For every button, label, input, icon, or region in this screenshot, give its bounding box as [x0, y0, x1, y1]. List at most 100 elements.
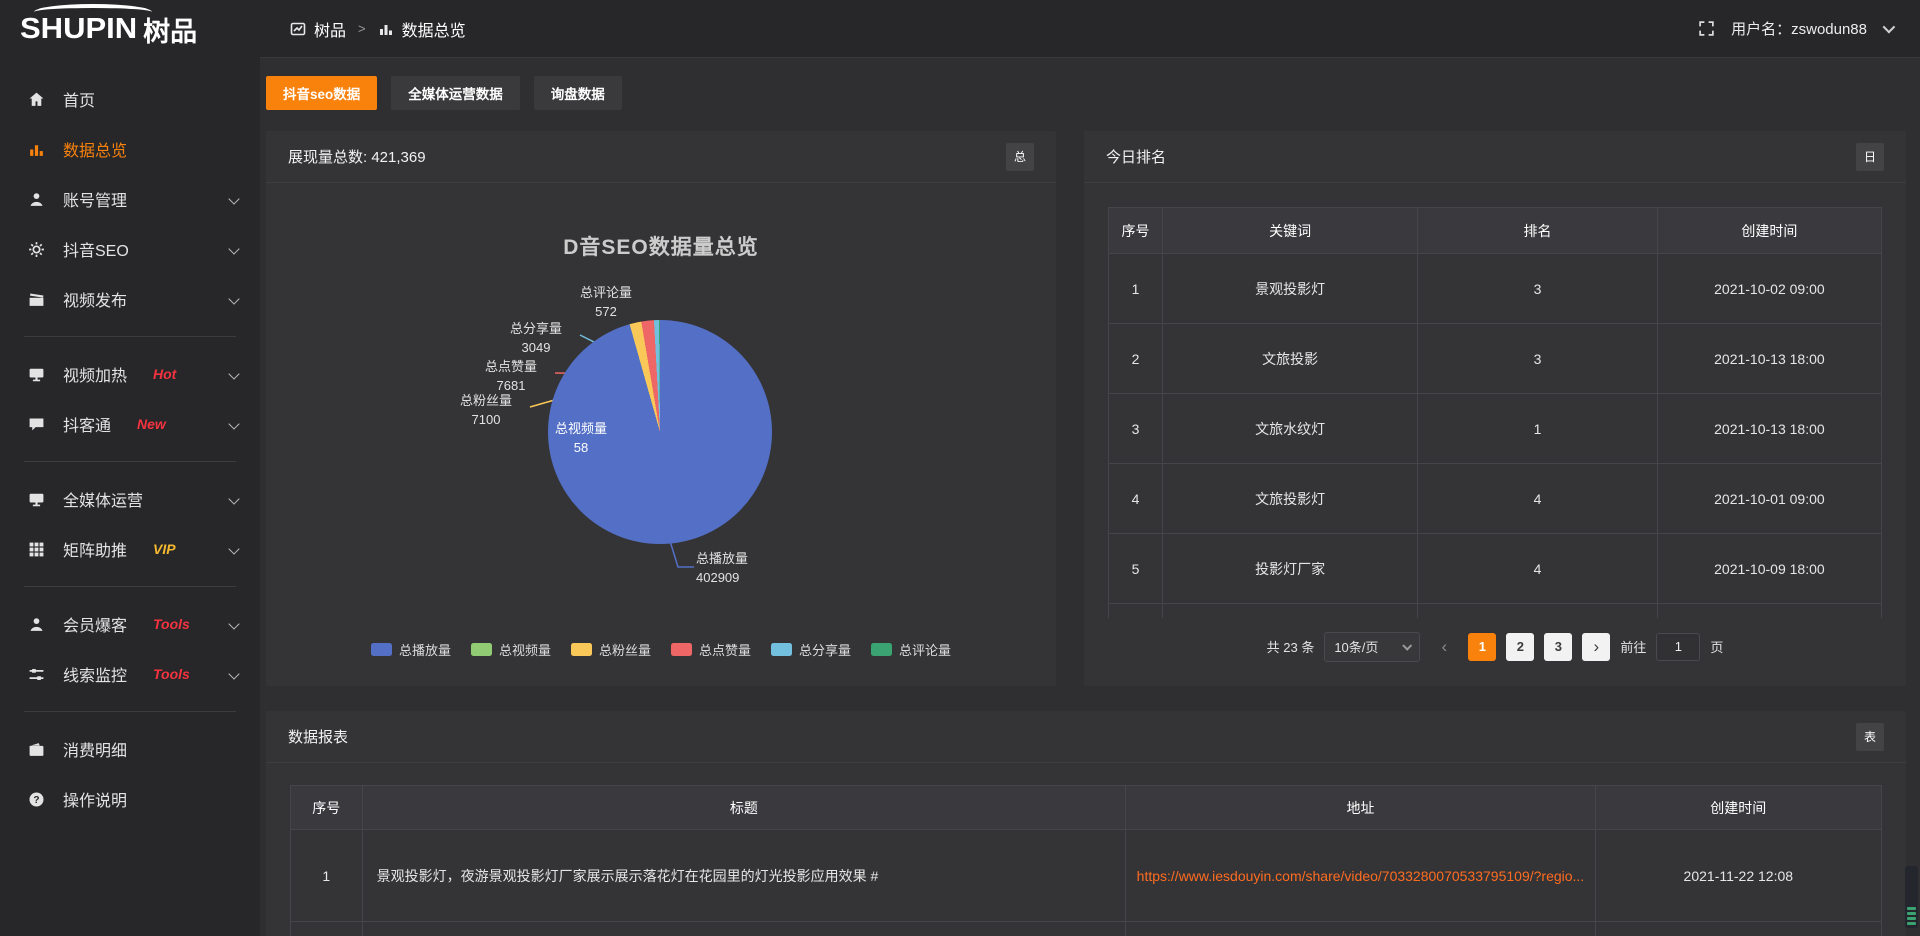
tab-2[interactable]: 询盘数据 — [534, 76, 622, 110]
sidebar: SHUPIN 树品 首页数据总览账号管理抖音SEO 视频发布视频加热Hot抖客通N… — [0, 0, 260, 936]
column-header: 排名 — [1418, 208, 1658, 254]
chevron-down-icon — [228, 493, 239, 504]
table-toggle-button[interactable]: 表 — [1856, 723, 1884, 751]
total-toggle-button[interactable]: 总 — [1006, 143, 1034, 171]
sidebar-item-label: 抖客通 — [63, 412, 111, 436]
sidebar-divider — [24, 461, 236, 462]
column-header: 创建时间 — [1595, 786, 1881, 830]
sidebar-badge: Tools — [153, 616, 190, 632]
column-header: 地址 — [1126, 786, 1595, 830]
breadcrumb: 树品 > 数据总览 — [290, 17, 466, 41]
sidebar-item-9[interactable]: 会员爆客Tools — [0, 599, 260, 649]
pie-chart: D音SEO数据量总览 总评论量572 总分享量3049 — [266, 183, 1056, 685]
next-page-button[interactable]: › — [1582, 633, 1610, 661]
home-icon — [28, 91, 45, 108]
legend-item[interactable]: 总点赞量 — [671, 640, 751, 659]
sidebar-item-7[interactable]: 全媒体运营 — [0, 474, 260, 524]
column-header: 创建时间 — [1657, 208, 1881, 254]
sidebar-item-label: 矩阵助推 — [63, 537, 127, 561]
tab-1[interactable]: 全媒体运营数据 — [391, 76, 520, 110]
page-button-1[interactable]: 1 — [1468, 633, 1496, 661]
report-panel-header: 数据报表 表 — [266, 711, 1906, 763]
table-row: 1景观投影灯32021-10-02 09:00 — [1109, 254, 1882, 324]
bar-chart-icon — [378, 21, 394, 37]
table-cell: 文旅水纹灯 — [1163, 394, 1418, 464]
logo-text-en: SHUPIN — [20, 12, 137, 45]
logo-text-cn: 树品 — [143, 10, 197, 49]
page-size-select[interactable]: 10条/页 — [1324, 632, 1420, 662]
goto-page-input[interactable]: 1 — [1656, 633, 1700, 661]
video-link[interactable]: https://www.iesdouyin.com/share/video/70… — [1137, 868, 1585, 884]
table-cell: 2021-10-13 18:00 — [1657, 394, 1881, 464]
scroll-widget[interactable] — [1905, 866, 1918, 928]
legend-swatch — [671, 643, 692, 656]
goto-label: 前往 — [1620, 637, 1646, 656]
page-button-3[interactable]: 3 — [1544, 633, 1572, 661]
sidebar-item-3[interactable]: 抖音SEO — [0, 224, 260, 274]
chevron-down-icon — [228, 418, 239, 429]
sidebar-item-8[interactable]: 矩阵助推VIP — [0, 524, 260, 574]
breadcrumb-current: 数据总览 — [402, 17, 466, 41]
overview-panel-header: 展现量总数: 421,369 总 — [266, 131, 1056, 183]
logo[interactable]: SHUPIN 树品 — [0, 0, 260, 58]
sidebar-item-11[interactable]: 消费明细 — [0, 724, 260, 774]
chevron-down-icon — [1883, 21, 1896, 34]
table-cell: 2021-10-02 09:00 — [1657, 254, 1881, 324]
topbar: 树品 > 数据总览 用户名：zswodun88 — [260, 0, 1920, 58]
legend-item[interactable]: 总评论量 — [871, 640, 951, 659]
legend-item[interactable]: 总粉丝量 — [571, 640, 651, 659]
fullscreen-icon[interactable] — [1698, 20, 1715, 37]
pie-label-likes: 总点赞量7681 — [469, 357, 553, 395]
sidebar-item-10[interactable]: 线索监控Tools — [0, 649, 260, 699]
sidebar-item-1[interactable]: 数据总览 — [0, 124, 260, 174]
sidebar-item-label: 账号管理 — [63, 187, 127, 211]
table-cell: 2021-11-22 12:08 — [1595, 830, 1881, 922]
ranking-table: 序号关键词排名创建时间 1景观投影灯32021-10-02 09:002文旅投影… — [1108, 207, 1882, 618]
legend-swatch — [871, 643, 892, 656]
chevron-down-icon — [228, 193, 239, 204]
prev-page-button[interactable]: ‹ — [1430, 633, 1458, 661]
sidebar-item-label: 全媒体运营 — [63, 487, 143, 511]
table-cell: 2 — [1109, 324, 1163, 394]
partial-row — [291, 922, 1882, 936]
sidebar-badge: Hot — [153, 366, 176, 382]
sidebar-item-label: 数据总览 — [63, 137, 127, 161]
table-row: 3文旅水纹灯12021-10-13 18:00 — [1109, 394, 1882, 464]
trend-icon — [290, 21, 306, 37]
grid-icon — [28, 541, 45, 558]
legend-item[interactable]: 总视频量 — [471, 640, 551, 659]
sidebar-item-4[interactable]: 视频发布 — [0, 274, 260, 324]
pie-label-shares: 总分享量3049 — [494, 319, 578, 357]
table-row: 4文旅投影灯42021-10-01 09:00 — [1109, 464, 1882, 534]
table-cell: 2021-10-01 09:00 — [1657, 464, 1881, 534]
column-header: 序号 — [291, 786, 363, 830]
page-button-2[interactable]: 2 — [1506, 633, 1534, 661]
table-cell: 1 — [291, 830, 363, 922]
table-cell: 3 — [1418, 324, 1658, 394]
sidebar-item-label: 抖音SEO — [63, 237, 129, 261]
table-cell: 3 — [1418, 254, 1658, 324]
chat-icon — [28, 416, 45, 433]
sidebar-item-2[interactable]: 账号管理 — [0, 174, 260, 224]
sidebar-item-5[interactable]: 视频加热Hot — [0, 349, 260, 399]
tab-0[interactable]: 抖音seo数据 — [266, 76, 377, 110]
table-row: 2文旅投影32021-10-13 18:00 — [1109, 324, 1882, 394]
breadcrumb-root[interactable]: 树品 — [314, 17, 346, 41]
table-cell: 1 — [1418, 394, 1658, 464]
table-cell: 4 — [1418, 464, 1658, 534]
sidebar-item-6[interactable]: 抖客通New — [0, 399, 260, 449]
table-row: 1景观投影灯，夜游景观投影灯厂家展示展示落花灯在花园里的灯光投影应用效果 #ht… — [291, 830, 1882, 922]
app-window: SHUPIN 树品 首页数据总览账号管理抖音SEO视频发布视频加热Hot抖客通N… — [0, 0, 1920, 936]
table-cell: 投影灯厂家 — [1163, 534, 1418, 604]
page-buttons: 123 — [1468, 633, 1572, 661]
day-toggle-button[interactable]: 日 — [1856, 143, 1884, 171]
pie-label-fans: 总粉丝量7100 — [444, 391, 528, 429]
sidebar-item-12[interactable]: ?操作说明 — [0, 774, 260, 824]
legend-item[interactable]: 总分享量 — [771, 640, 851, 659]
chevron-down-icon — [228, 543, 239, 554]
sidebar-divider — [24, 336, 236, 337]
legend-item[interactable]: 总播放量 — [371, 640, 451, 659]
username[interactable]: 用户名：zswodun88 — [1731, 18, 1867, 39]
sidebar-item-0[interactable]: 首页 — [0, 74, 260, 124]
ranking-title: 今日排名 — [1106, 146, 1166, 167]
